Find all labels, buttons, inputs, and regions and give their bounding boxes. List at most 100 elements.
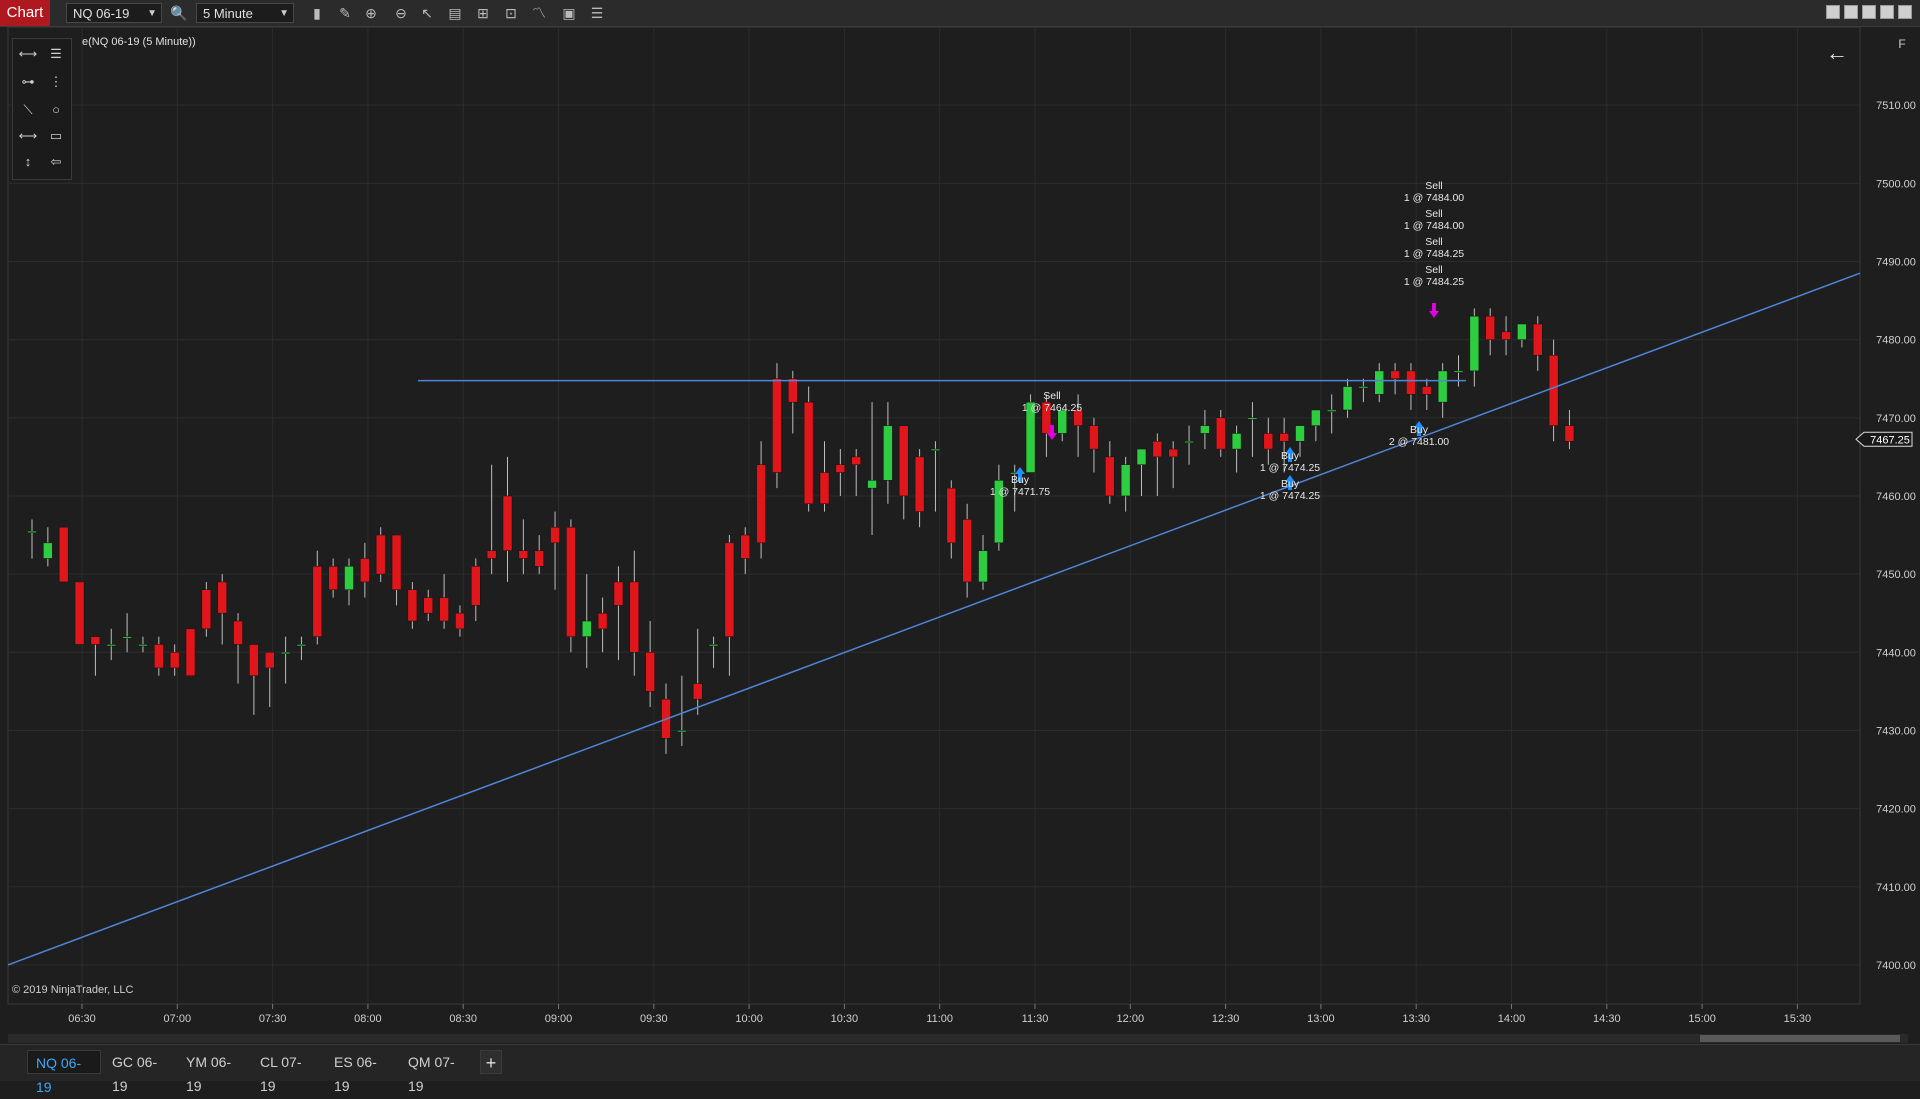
candle-body — [439, 597, 449, 622]
candle-body — [423, 597, 433, 614]
ellipse-tool-icon[interactable]: ○ — [45, 99, 67, 121]
vertical-line-tool-icon[interactable]: ↕ — [17, 151, 39, 173]
y-tick-label: 7480.00 — [1876, 335, 1916, 347]
candle-body — [233, 620, 243, 645]
candle-body — [1105, 456, 1115, 497]
search-icon[interactable]: 🔍 — [170, 4, 188, 22]
back-arrow-icon[interactable]: ← — [1826, 40, 1848, 66]
candle-body — [185, 628, 196, 676]
candle-body — [249, 644, 259, 676]
zoom-out-icon[interactable]: ⊖ — [392, 4, 410, 22]
candle-body — [1184, 440, 1194, 443]
maximize-icon[interactable] — [1862, 5, 1876, 19]
execution-type-label: Buy — [1281, 450, 1300, 462]
extension-tool-icon[interactable]: ⋮ — [45, 71, 67, 93]
add-tab-button[interactable]: + — [480, 1050, 502, 1074]
candle-body — [1501, 331, 1511, 340]
window-tile-icon[interactable] — [1826, 5, 1840, 19]
candle-body — [1311, 409, 1321, 426]
tab-ym-06-19[interactable]: YM 06-19 — [178, 1050, 250, 1094]
candle-body — [772, 378, 782, 473]
templates-icon[interactable]: ▣ — [560, 4, 578, 22]
tab-cl-07-19[interactable]: CL 07-19 — [252, 1050, 324, 1094]
tab-nq-06-19[interactable]: NQ 06-19 — [27, 1050, 101, 1095]
ray-tool-icon[interactable]: ⊶ — [17, 71, 39, 93]
interval-selector[interactable]: 5 Minute ▼ — [196, 3, 294, 23]
ruler-tool-icon[interactable]: ⇦ — [45, 151, 67, 173]
candle-body — [1263, 433, 1274, 450]
candle-body — [756, 464, 766, 544]
list-icon[interactable]: ☰ — [588, 4, 606, 22]
rectangle-tool-icon[interactable]: ▭ — [45, 125, 67, 147]
chevron-down-icon: ▼ — [147, 8, 157, 19]
candle-body — [597, 612, 608, 630]
line-tool-icon[interactable]: ⟷ — [17, 43, 39, 65]
candle-body — [391, 534, 402, 591]
execution-price-label: 1 @ 7474.25 — [1260, 462, 1320, 474]
f-button[interactable]: F — [1894, 36, 1910, 52]
x-tick-label: 11:30 — [1022, 1013, 1049, 1025]
scrollbar-thumb[interactable] — [1700, 1035, 1900, 1042]
fibonacci-tool-icon[interactable]: ☰ — [45, 43, 67, 65]
candle-body — [1485, 315, 1495, 340]
candle-body — [1548, 355, 1559, 426]
x-tick-label: 13:30 — [1402, 1013, 1430, 1025]
tab-qm-07-19[interactable]: QM 07-19 — [400, 1050, 474, 1094]
data-box-icon[interactable]: ▤ — [446, 4, 464, 22]
properties-icon[interactable]: ⊞ — [474, 4, 492, 22]
candle-body — [1295, 425, 1305, 442]
pencil-icon[interactable]: ✎ — [336, 4, 354, 22]
chart-panel[interactable]: 7400.00 7410.00 7420.00 7430.00 7440.00 7450.… — [0, 27, 1920, 1040]
candle-body — [566, 526, 576, 637]
candle-body — [1422, 386, 1432, 395]
pointer-icon[interactable]: ↖ — [418, 4, 436, 22]
candle-body — [407, 589, 418, 622]
bars-icon[interactable]: ▮ — [308, 4, 326, 22]
x-tick-label: 07:30 — [259, 1013, 287, 1025]
execution-price-label: 1 @ 7484.00 — [1404, 220, 1464, 232]
zoom-in-icon[interactable]: ⊕ — [362, 4, 380, 22]
y-tick-label: 7500.00 — [1876, 178, 1916, 190]
tab-gc-06-19[interactable]: GC 06-19 — [104, 1050, 176, 1094]
chart-menu-button[interactable]: Chart — [0, 0, 50, 26]
x-tick-label: 08:00 — [354, 1013, 382, 1025]
price-chart[interactable]: 7400.00 7410.00 7420.00 7430.00 7440.00 7450.… — [0, 27, 1920, 1040]
horizontal-scrollbar[interactable] — [8, 1034, 1908, 1043]
restore-icon[interactable] — [1880, 5, 1894, 19]
candle-body — [692, 683, 703, 700]
execution-type-label: Sell — [1425, 208, 1443, 220]
candle-body — [867, 480, 877, 489]
interval-value: 5 Minute — [203, 6, 253, 21]
candle-body — [613, 581, 624, 606]
horizontal-line-tool-icon[interactable]: ⟷ — [17, 125, 39, 147]
execution-type-label: Sell — [1425, 236, 1443, 248]
x-tick-label: 06:30 — [68, 1013, 96, 1025]
candle-body — [122, 636, 132, 639]
candle-body — [201, 589, 212, 630]
instrument-selector[interactable]: NQ 06-19 ▼ — [66, 3, 162, 23]
x-tick-label: 12:00 — [1117, 1013, 1145, 1025]
y-tick-label: 7420.00 — [1876, 804, 1916, 816]
close-icon[interactable] — [1898, 5, 1912, 19]
instrument-tab-bar: NQ 06-19 GC 06-19 YM 06-19 CL 07-19 ES 0… — [0, 1044, 1920, 1095]
indicators-icon[interactable]: ⊡ — [502, 4, 520, 22]
execution-type-label: Buy — [1011, 474, 1030, 486]
candle-body — [550, 526, 560, 544]
execution-price-label: 2 @ 7481.00 — [1389, 436, 1449, 448]
candle-body — [740, 534, 750, 559]
candle-body — [312, 566, 323, 637]
candle-body — [1247, 417, 1258, 420]
chart-title: e(NQ 06-19 (5 Minute)) — [82, 36, 196, 48]
y-tick-label: 7440.00 — [1876, 647, 1916, 659]
minimize-icon[interactable] — [1844, 5, 1858, 19]
candle-body — [914, 456, 925, 512]
x-tick-label: 14:30 — [1593, 1013, 1621, 1025]
trend-line-tool-icon[interactable]: ⟍ — [17, 99, 39, 121]
execution-type-label: Sell — [1043, 390, 1061, 402]
candle-body — [835, 464, 846, 473]
strategies-icon[interactable]: 〽 — [530, 4, 548, 22]
tab-es-06-19[interactable]: ES 06-19 — [326, 1050, 398, 1094]
candle-body — [582, 620, 592, 637]
candle-body — [280, 652, 291, 655]
candle-body — [106, 644, 116, 647]
